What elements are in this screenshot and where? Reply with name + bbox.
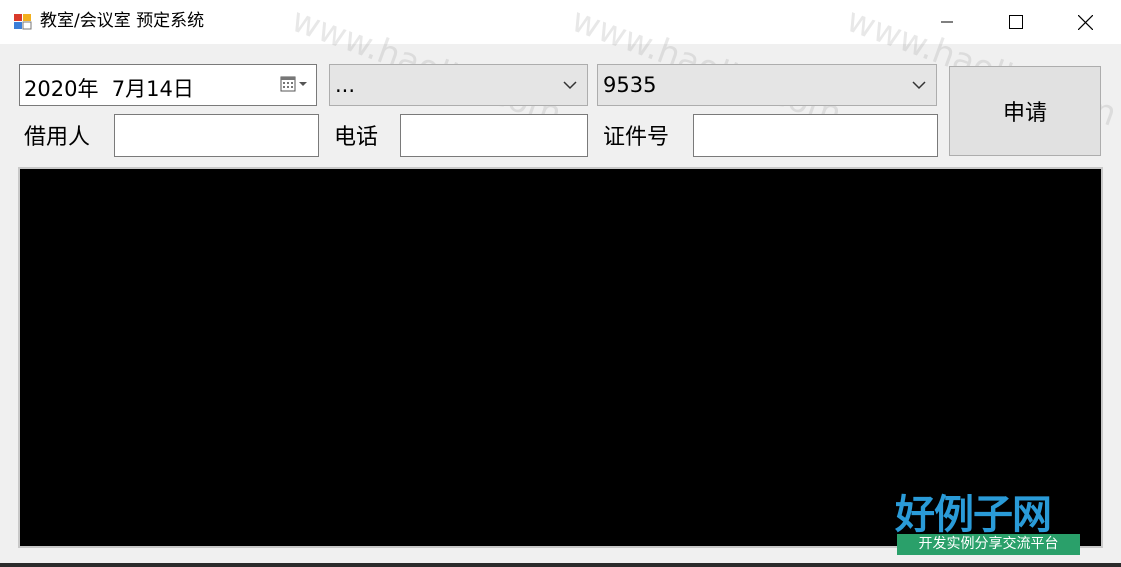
room-select[interactable]: ... xyxy=(329,64,588,106)
app-window: 教室/会议室 预定系统 www.haolizi.com www.haolizi.… xyxy=(0,0,1121,567)
close-button[interactable] xyxy=(1062,0,1108,44)
maximize-icon xyxy=(1009,15,1023,29)
apply-button[interactable]: 申请 xyxy=(949,66,1101,156)
id-number-input[interactable] xyxy=(693,114,938,157)
chevron-down-icon xyxy=(912,81,926,90)
phone-input[interactable] xyxy=(400,114,588,157)
minimize-icon xyxy=(941,21,953,23)
watermark-logo: 好例子网 xyxy=(895,491,1052,538)
calendar-dropdown-icon[interactable] xyxy=(280,75,310,95)
minimize-button[interactable] xyxy=(924,0,970,44)
bottom-strip xyxy=(0,563,1121,567)
date-value: 2020年 7月14日 xyxy=(24,77,194,101)
chevron-down-icon xyxy=(563,81,577,90)
borrower-input[interactable] xyxy=(114,114,319,157)
title-bar: 教室/会议室 预定系统 xyxy=(0,0,1121,44)
window-title: 教室/会议室 预定系统 xyxy=(40,11,205,31)
watermark-slogan: 开发实例分享交流平台 xyxy=(897,534,1080,555)
number-select-value: 9535 xyxy=(603,73,657,97)
maximize-button[interactable] xyxy=(993,0,1039,44)
phone-label: 电话 xyxy=(334,125,379,150)
close-icon xyxy=(1077,14,1093,30)
id-number-label: 证件号 xyxy=(603,125,670,150)
room-select-value: ... xyxy=(335,73,356,97)
date-picker[interactable]: 2020年 7月14日 xyxy=(19,64,317,106)
app-icon xyxy=(14,14,32,30)
number-select[interactable]: 9535 xyxy=(597,64,937,106)
borrower-label: 借用人 xyxy=(24,125,91,150)
